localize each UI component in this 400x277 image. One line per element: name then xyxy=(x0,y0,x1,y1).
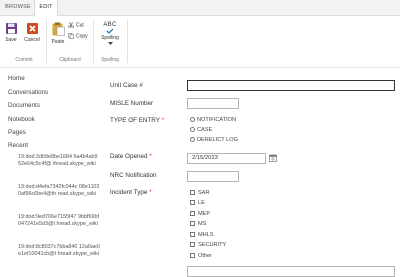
nav-item-recent: Recent xyxy=(8,142,28,149)
checkbox-sar[interactable]: SAR xyxy=(190,190,210,196)
checkbox-box xyxy=(190,232,195,238)
save-icon xyxy=(5,23,17,34)
checkbox-box xyxy=(190,200,195,206)
checkbox-box xyxy=(190,253,195,259)
group-spelling-label: Spelling xyxy=(101,57,119,63)
misle-number-input[interactable] xyxy=(187,98,239,109)
paste-button[interactable]: Paste xyxy=(50,22,66,45)
copy-button[interactable]: Copy xyxy=(68,33,88,39)
checkbox-box xyxy=(190,221,195,227)
nrc-notification-input[interactable] xyxy=(187,171,239,182)
nav-item-notebook[interactable]: Notebook xyxy=(8,116,35,123)
unit-case-label: Unit Case # xyxy=(110,82,143,89)
radio-derelict-log[interactable]: DERELICT LOG xyxy=(190,137,238,143)
recent-link[interactable]: 19:dod:2db9e8be1684 6a4b4ab952e64c5c4f@ … xyxy=(18,154,100,169)
tab-browse[interactable]: BROWSE xyxy=(3,0,33,15)
next-field-input[interactable] xyxy=(187,266,395,277)
nav-item-documents[interactable]: Documents xyxy=(8,102,40,109)
copy-icon xyxy=(68,33,74,39)
spelling-label: Spelling xyxy=(101,35,119,41)
calendar-icon[interactable] xyxy=(269,154,277,162)
unit-case-input[interactable] xyxy=(187,80,395,91)
checkbox-ms[interactable]: MS xyxy=(190,221,206,227)
group-commit-label: Commit xyxy=(15,57,33,63)
checkbox-box xyxy=(190,211,195,217)
checkbox-le[interactable]: LE xyxy=(190,200,205,206)
save-label: Save xyxy=(5,37,17,43)
nav-item-pages[interactable]: Pages xyxy=(8,129,26,136)
checkmark-icon xyxy=(106,28,114,34)
paste-label: Paste xyxy=(51,39,65,45)
ribbon: Save Cancel Commit Paste Cut Copy Clipbo… xyxy=(0,16,400,68)
spelling-abc-text: ABC xyxy=(103,22,117,28)
radio-circle xyxy=(190,127,195,133)
copy-label: Copy xyxy=(76,33,88,40)
nrc-notification-label: NRC Notification xyxy=(110,172,157,179)
incident-type-label: Incident Type * xyxy=(110,189,152,196)
checkbox-other[interactable]: Other xyxy=(190,253,212,259)
recent-link[interactable]: 19:dod:9ed706e7155f47 9bbf69bf047241e5d3… xyxy=(18,214,100,229)
chevron-down-icon xyxy=(107,42,113,45)
ribbon-divider xyxy=(93,19,94,63)
cut-button[interactable]: Cut xyxy=(68,22,84,28)
recent-link[interactable]: 19:dod:d4efa7342fc044c 08e11030af96c6be4… xyxy=(18,184,100,199)
cancel-label: Cancel xyxy=(24,37,40,43)
checkbox-mep[interactable]: MEP xyxy=(190,211,210,217)
spelling-button[interactable]: ABC Spelling xyxy=(98,22,122,45)
paste-icon xyxy=(52,22,65,36)
radio-circle xyxy=(190,117,195,123)
save-button[interactable]: Save xyxy=(3,23,19,43)
nav-item-conversations[interactable]: Conversations xyxy=(8,89,48,96)
radio-circle xyxy=(190,137,195,143)
date-opened-label: Date Opened * xyxy=(110,153,152,160)
checkbox-security[interactable]: SECURITY xyxy=(190,242,226,248)
cancel-button[interactable]: Cancel xyxy=(22,23,42,43)
checkbox-box xyxy=(190,242,195,248)
type-of-entry-label: TYPE OF ENTRY * xyxy=(110,117,165,124)
ribbon-divider xyxy=(127,19,128,63)
nav-item-home[interactable]: Home xyxy=(8,75,25,82)
misle-number-label: MISLE Number xyxy=(110,100,154,107)
checkbox-box xyxy=(190,190,195,196)
ribbon-divider xyxy=(46,19,47,63)
tab-edit[interactable]: EDIT xyxy=(34,0,58,17)
radio-case[interactable]: CASE xyxy=(190,127,212,133)
radio-notification[interactable]: NOTIFICATION xyxy=(190,117,236,123)
cancel-icon xyxy=(26,23,38,34)
ribbon-tab-bar: BROWSE EDIT xyxy=(0,0,400,17)
recent-link[interactable]: 19:dod:8c8037c7bba840 12a0ae0e1ef10041cb… xyxy=(18,244,100,259)
scissors-icon xyxy=(68,22,74,28)
date-opened-input[interactable]: 2/15/2023 xyxy=(187,153,266,164)
group-clipboard-label: Clipboard xyxy=(59,57,81,63)
checkbox-mhls[interactable]: MHLS xyxy=(190,232,214,238)
cut-label: Cut xyxy=(76,22,84,29)
